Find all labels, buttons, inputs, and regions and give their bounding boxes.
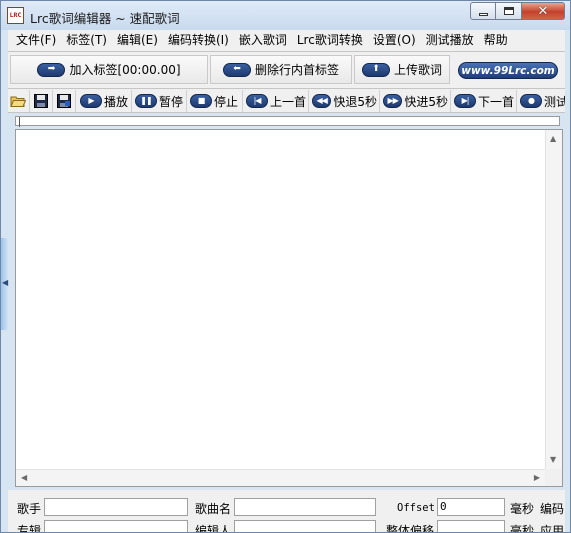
- app-icon: LRC: [7, 7, 24, 24]
- menu-help[interactable]: 帮助: [479, 30, 513, 51]
- title-bar: LRC Lrc歌词编辑器 ~ 速配歌词 ✕: [1, 1, 570, 30]
- menu-tag[interactable]: 标签(T): [61, 30, 112, 51]
- rewind-button[interactable]: ◀◀ 快退5秒: [310, 90, 380, 112]
- play-label: 播放: [104, 94, 129, 109]
- offset-input[interactable]: 0: [437, 498, 505, 516]
- global-offset-input[interactable]: [437, 520, 505, 532]
- folder-open-icon: [10, 93, 26, 109]
- play-icon: ▶: [80, 94, 102, 108]
- tag-fields: 歌手 歌曲名 Offset 0 毫秒 编码 专辑 编辑人 整体偏移 毫秒 应用: [8, 490, 565, 533]
- close-button[interactable]: ✕: [522, 2, 565, 20]
- song-title-input[interactable]: [234, 498, 376, 516]
- arrow-left-icon: ⬅: [222, 62, 251, 77]
- stop-icon: ■: [190, 94, 212, 108]
- rewind-icon: ◀◀: [312, 94, 332, 108]
- encoding-label[interactable]: 编码: [540, 500, 564, 517]
- stop-button[interactable]: ■ 停止: [188, 90, 243, 112]
- singer-label: 歌手: [17, 502, 42, 516]
- add-tag-button[interactable]: ➡ 加入标签[00:00.00]: [10, 55, 208, 84]
- pause-button[interactable]: ❚❚ 暂停: [133, 90, 187, 112]
- record-icon: ●: [520, 94, 542, 108]
- save-button[interactable]: [31, 90, 53, 112]
- website-link[interactable]: www.99Lrc.com: [458, 62, 558, 79]
- minimize-icon: [478, 12, 488, 16]
- maximize-icon: [503, 7, 514, 15]
- ms-label: 毫秒: [510, 502, 535, 516]
- pause-icon: ❚❚: [135, 94, 157, 108]
- save-as-icon: [56, 93, 72, 109]
- scroll-right-icon[interactable]: ▶: [534, 474, 540, 482]
- delete-line-tag-button[interactable]: ⬅ 删除行内首标签: [210, 55, 352, 84]
- stop-label: 停止: [214, 94, 239, 109]
- menu-lrc-convert[interactable]: Lrc歌词转换: [292, 30, 368, 51]
- skip-back-icon: |◀: [246, 94, 268, 108]
- seek-thumb[interactable]: [19, 117, 21, 127]
- maximize-button[interactable]: [496, 2, 522, 20]
- scroll-up-icon[interactable]: ▲: [550, 135, 556, 143]
- singer-input[interactable]: [44, 498, 188, 516]
- close-icon: ✕: [537, 3, 549, 19]
- ms-label-2: 毫秒: [510, 524, 535, 533]
- fast-forward-icon: ▶▶: [383, 94, 403, 108]
- global-offset-label: 整体偏移: [386, 524, 435, 533]
- song-title-label: 歌曲名: [195, 502, 232, 516]
- offset-label: Offset: [397, 502, 435, 514]
- scroll-corner: [545, 469, 562, 486]
- save-as-button[interactable]: [54, 90, 76, 112]
- test-button[interactable]: ● 测试: [518, 90, 565, 112]
- lyrics-editor[interactable]: ▲ ▼ ◀ ▶: [15, 129, 563, 487]
- next-track-button[interactable]: ▶| 下一首: [452, 90, 517, 112]
- toolbar: ▶ 播放 ❚❚ 暂停 ■ 停止 |◀ 上一首 ◀◀ 快退5秒 ▶▶ 快进5秒 ▶…: [8, 88, 565, 113]
- menu-encoding[interactable]: 编码转换(I): [163, 30, 234, 51]
- seek-bar[interactable]: [15, 116, 560, 127]
- menu-settings[interactable]: 设置(O): [368, 30, 421, 51]
- next-track-label: 下一首: [477, 94, 514, 109]
- editor-label: 编辑人: [195, 524, 232, 533]
- menu-bar: 文件(F) 标签(T) 编辑(E) 编码转换(I) 嵌入歌词 Lrc歌词转换 设…: [8, 30, 565, 51]
- action-bar: ➡ 加入标签[00:00.00] ⬅ 删除行内首标签 ⬆ 上传歌词 www.99…: [8, 51, 565, 88]
- add-tag-label: 加入标签[00:00.00]: [69, 63, 181, 77]
- skip-forward-icon: ▶|: [454, 94, 476, 108]
- side-panel-handle[interactable]: ◀: [1, 238, 8, 330]
- chevron-left-icon: ◀: [2, 278, 9, 287]
- apply-button[interactable]: 应用: [540, 522, 564, 532]
- scroll-left-icon[interactable]: ◀: [21, 474, 27, 482]
- album-input[interactable]: [44, 520, 188, 532]
- editor-input[interactable]: [234, 520, 376, 532]
- arrow-up-icon: ⬆: [361, 62, 390, 77]
- menu-test-play[interactable]: 测试播放: [421, 30, 479, 51]
- minimize-button[interactable]: [470, 2, 496, 20]
- test-label: 测试: [544, 94, 565, 109]
- window-controls: ✕: [470, 2, 565, 20]
- previous-track-button[interactable]: |◀ 上一首: [244, 90, 309, 112]
- save-icon: [33, 93, 49, 109]
- fast-forward-button[interactable]: ▶▶ 快进5秒: [381, 90, 451, 112]
- open-button[interactable]: [8, 90, 30, 112]
- play-button[interactable]: ▶ 播放: [78, 90, 132, 112]
- album-label: 专辑: [17, 524, 42, 533]
- lrc-editor-window: LRC Lrc歌词编辑器 ~ 速配歌词 ✕ 文件(F) 标签(T) 编辑(E) …: [0, 0, 571, 533]
- horizontal-scrollbar[interactable]: ◀ ▶: [16, 469, 545, 486]
- vertical-scrollbar[interactable]: ▲ ▼: [545, 130, 562, 470]
- fast-forward-label: 快进5秒: [404, 94, 448, 109]
- upload-lyrics-button[interactable]: ⬆ 上传歌词: [354, 55, 450, 84]
- menu-embed-lyrics[interactable]: 嵌入歌词: [234, 30, 292, 51]
- previous-track-label: 上一首: [269, 94, 306, 109]
- window-title: Lrc歌词编辑器 ~ 速配歌词: [30, 11, 180, 26]
- menu-edit[interactable]: 编辑(E): [112, 30, 163, 51]
- rewind-label: 快退5秒: [333, 94, 377, 109]
- pause-label: 暂停: [159, 94, 184, 109]
- menu-file[interactable]: 文件(F): [11, 30, 61, 51]
- arrow-right-icon: ➡: [37, 62, 66, 77]
- delete-line-tag-label: 删除行内首标签: [254, 63, 339, 77]
- upload-lyrics-label: 上传歌词: [393, 63, 442, 77]
- scroll-down-icon[interactable]: ▼: [550, 456, 556, 464]
